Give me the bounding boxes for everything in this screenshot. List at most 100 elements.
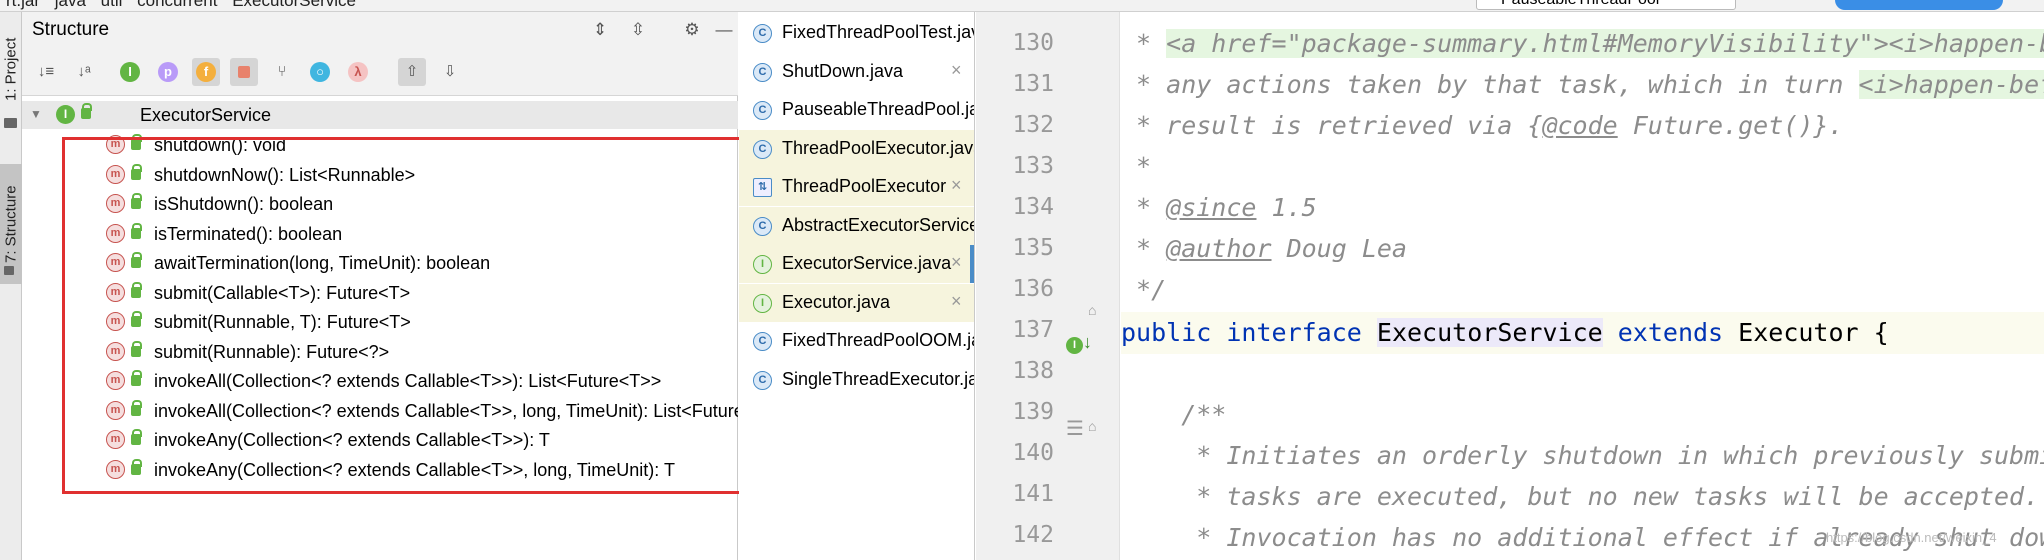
tab-label: FixedThreadPoolTest.java	[782, 22, 975, 42]
editor-tab[interactable]: I Executor.java ×	[739, 283, 974, 322]
editor-tab[interactable]: C FixedThreadPoolTest.java	[739, 14, 975, 52]
class-icon: C	[753, 370, 772, 390]
collapse-all-icon[interactable]: ⇳	[628, 20, 648, 40]
diagram-icon: ⇅	[753, 178, 772, 197]
doc-comment: /**	[1121, 400, 1227, 429]
tab-label: AbstractExecutorService.java	[782, 214, 974, 235]
tool-window-strip: 1: Project 7: Structure	[0, 12, 22, 560]
show-anonymous-icon[interactable]: ⑂	[268, 58, 296, 86]
line-number: 133	[1012, 153, 1054, 179]
show-inherited-icon[interactable]: I	[116, 58, 144, 86]
collapse-arrow-icon[interactable]: ▼	[30, 107, 42, 121]
rendered-doc-icon[interactable]: ☰	[1066, 416, 1084, 441]
fold-marker-icon[interactable]: ⌂	[1088, 302, 1096, 318]
breadcrumb: rt.jar java util concurrent ExecutorServ…	[6, 0, 366, 11]
doc-tag: @code	[1542, 111, 1618, 140]
interface-icon: I	[753, 293, 772, 313]
interface-icon: I	[56, 105, 75, 124]
editor-tab[interactable]: C SingleThreadExecutor.java	[739, 361, 974, 399]
breadcrumb-item[interactable]: java	[55, 0, 86, 10]
doc-comment: *	[1121, 29, 1167, 58]
lock-icon	[81, 103, 92, 120]
doc-tag: @author	[1166, 234, 1272, 263]
doc-tag: @since	[1166, 193, 1257, 222]
fold-marker-icon[interactable]: ⌂	[1088, 418, 1096, 434]
gear-icon[interactable]: ⚙	[682, 20, 702, 40]
breadcrumb-item[interactable]: ExecutorService	[232, 0, 356, 10]
editor-tab[interactable]: I ExecutorService.java ×	[739, 245, 974, 283]
close-icon[interactable]: ×	[951, 175, 962, 196]
minimize-icon[interactable]: —	[714, 20, 734, 40]
editor-tab[interactable]: C FixedThreadPoolOOM.java	[739, 322, 974, 360]
close-icon[interactable]: ×	[951, 60, 962, 81]
implementation-gutter-icon[interactable]: I ↓	[1066, 332, 1092, 354]
active-tab-marker	[970, 245, 974, 283]
structure-header: Structure ⇕ ⇳ ⚙ —	[22, 12, 738, 48]
class-icon: C	[753, 216, 772, 236]
expand-all-icon[interactable]: ⇕	[590, 20, 610, 40]
panel-title: Structure	[32, 19, 110, 40]
doc-comment: 1.5	[1256, 193, 1317, 222]
doc-comment: * tasks are executed, but no new tasks w…	[1121, 482, 2040, 511]
structure-icon	[4, 266, 14, 275]
sort-by-visibility-icon[interactable]: ↓≡	[32, 58, 60, 86]
code-text: Executor {	[1738, 318, 1889, 347]
line-number: 131	[1012, 71, 1054, 97]
editor-tab[interactable]: C PauseableThreadPool.java	[739, 91, 974, 129]
line-number: 137	[1012, 317, 1054, 343]
tab-label: ShutDown.java	[782, 60, 904, 81]
tree-root-label: ExecutorService	[140, 105, 272, 125]
doc-comment: * result is retrieved via {	[1121, 111, 1543, 140]
keyword: interface	[1226, 318, 1362, 347]
doc-html-tag: <a href="package-summary.html#MemoryVisi…	[1166, 29, 2044, 58]
line-number: 139	[1012, 399, 1054, 425]
editor-tab[interactable]: C ShutDown.java ×	[739, 53, 974, 91]
doc-comment: */	[1121, 275, 1167, 304]
breadcrumb-item[interactable]: util	[101, 0, 123, 10]
keyword: extends	[1617, 318, 1724, 347]
folder-icon	[4, 118, 17, 128]
class-icon: C	[753, 24, 772, 43]
tree-root-node[interactable]: ▼ I ExecutorService	[22, 101, 738, 129]
autoscroll-to-source-icon[interactable]: ⇧	[398, 58, 426, 86]
project-tool-tab[interactable]: 1: Project	[0, 24, 22, 114]
tab-label: Executor.java	[782, 291, 891, 312]
breadcrumb-item[interactable]: rt.jar	[6, 0, 40, 10]
interface-icon: I	[753, 255, 772, 274]
doc-comment: * Initiates an orderly shutdown in which…	[1121, 441, 2044, 470]
show-fields-icon[interactable]: f	[192, 58, 220, 86]
autoscroll-from-source-icon[interactable]: ⇩	[436, 58, 464, 86]
editor-tab[interactable]: C ThreadPoolExecutor.java	[739, 129, 974, 168]
close-icon[interactable]: ×	[951, 291, 962, 312]
tab-label: PauseableThreadPool.java	[782, 99, 974, 119]
line-number: 134	[1012, 194, 1054, 220]
sort-alphabetically-icon[interactable]: ↓ᵃ	[70, 58, 98, 86]
show-lambdas-circle-icon[interactable]: ○	[306, 58, 334, 86]
interface-name: ExecutorService	[1376, 318, 1603, 347]
cloud-button[interactable]	[1835, 0, 2003, 10]
run-config-select[interactable]: PauseableThreadPool	[1476, 0, 1736, 10]
line-number: 142	[1012, 522, 1054, 548]
tab-label: ThreadPoolExecutor	[782, 176, 947, 196]
tab-label: ExecutorService.java	[782, 253, 952, 273]
show-non-public-icon[interactable]	[230, 58, 258, 86]
doc-comment: Doug Lea	[1271, 234, 1407, 263]
line-number: 138	[1012, 358, 1054, 384]
show-lambdas-icon[interactable]: λ	[344, 58, 372, 86]
show-properties-icon[interactable]: p	[154, 58, 182, 86]
editor-tab[interactable]: ⇅ ThreadPoolExecutor ×	[739, 168, 974, 206]
editor-tabs-column: C FixedThreadPoolTest.java C ShutDown.java ×…	[739, 12, 975, 560]
doc-comment: *	[1121, 193, 1167, 222]
keyword: public	[1121, 318, 1212, 347]
line-number: 135	[1012, 235, 1054, 261]
line-number: 132	[1012, 112, 1054, 138]
doc-comment: Future.get()}.	[1617, 111, 1844, 140]
highlight-box	[62, 137, 750, 494]
code-editor[interactable]: * <a href="package-summary.html#MemoryVi…	[1121, 12, 2044, 560]
editor-tab[interactable]: C AbstractExecutorService.java	[739, 206, 974, 245]
close-icon[interactable]: ×	[951, 252, 962, 273]
breadcrumb-item[interactable]: concurrent	[137, 0, 217, 10]
structure-toolbar: ↓≡ ↓ᵃ I p f ⑂ ○ λ ⇧ ⇩	[22, 48, 738, 96]
editor-gutter: 130 131 132 133 134 135 136 137 138 139 140 141 142 …	[976, 12, 1120, 560]
watermark: https://blog.csdn.net/weixin_4	[1826, 530, 1997, 545]
